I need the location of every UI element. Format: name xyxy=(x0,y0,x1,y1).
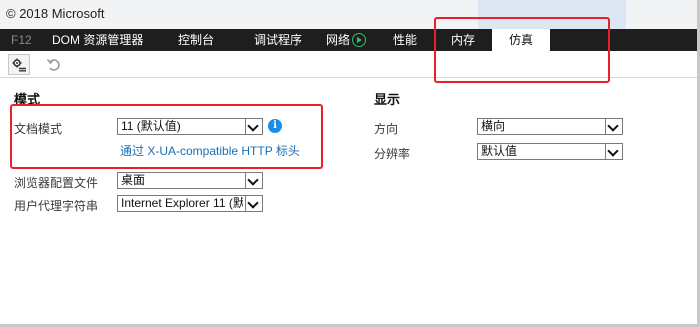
browser-profile-value: 桌面 xyxy=(121,173,146,187)
play-icon[interactable] xyxy=(352,33,366,47)
tab-performance[interactable]: 性能 xyxy=(393,29,417,51)
settings-button[interactable] xyxy=(8,54,30,75)
document-mode-select[interactable]: 11 (默认值) xyxy=(117,118,263,135)
toolbar xyxy=(0,51,700,78)
resolution-value: 默认值 xyxy=(481,144,518,158)
tab-network[interactable]: 网络 xyxy=(326,29,350,51)
tab-f12[interactable]: F12 xyxy=(11,29,32,51)
tab-console[interactable]: 控制台 xyxy=(178,29,214,51)
orientation-select[interactable]: 横向 xyxy=(477,118,623,135)
browser-profile-label: 浏览器配置文件 xyxy=(14,176,99,190)
tab-debugger[interactable]: 调试程序 xyxy=(254,29,302,51)
title-bar-highlight xyxy=(478,0,626,29)
chevron-down-icon xyxy=(245,119,262,134)
x-ua-compatible-link[interactable]: 通过 X-UA-compatible HTTP 标头 xyxy=(120,142,300,159)
display-section-title: 显示 xyxy=(374,92,401,107)
resolution-select[interactable]: 默认值 xyxy=(477,143,623,160)
devtools-tab-bar: F12 DOM 资源管理器 控制台 调试程序 网络 性能 内存 仿真 xyxy=(0,29,700,51)
copyright-text: © 2018 Microsoft xyxy=(6,6,105,21)
mode-section-title: 模式 xyxy=(14,92,41,107)
browser-profile-select[interactable]: 桌面 xyxy=(117,172,263,189)
chevron-down-icon xyxy=(245,173,262,188)
document-mode-label: 文档模式 xyxy=(14,122,63,136)
title-bar: © 2018 Microsoft xyxy=(0,0,700,29)
resolution-label: 分辨率 xyxy=(374,147,411,161)
user-agent-select[interactable]: Internet Explorer 11 (默认值) xyxy=(117,195,263,212)
chevron-down-icon xyxy=(605,144,622,159)
chevron-down-icon xyxy=(245,196,262,211)
orientation-label: 方向 xyxy=(374,122,399,136)
undo-icon[interactable] xyxy=(46,57,62,73)
info-icon[interactable]: i xyxy=(268,119,282,133)
chevron-down-icon xyxy=(605,119,622,134)
user-agent-value: Internet Explorer 11 (默认值) xyxy=(121,196,243,210)
orientation-value: 横向 xyxy=(481,119,506,133)
tab-emulation[interactable]: 仿真 xyxy=(492,29,550,51)
tab-memory[interactable]: 内存 xyxy=(451,29,475,51)
user-agent-label: 用户代理字符串 xyxy=(14,199,99,213)
document-mode-value: 11 (默认值) xyxy=(121,119,181,133)
settings-icon xyxy=(12,58,26,72)
tab-dom-explorer[interactable]: DOM 资源管理器 xyxy=(52,29,143,51)
